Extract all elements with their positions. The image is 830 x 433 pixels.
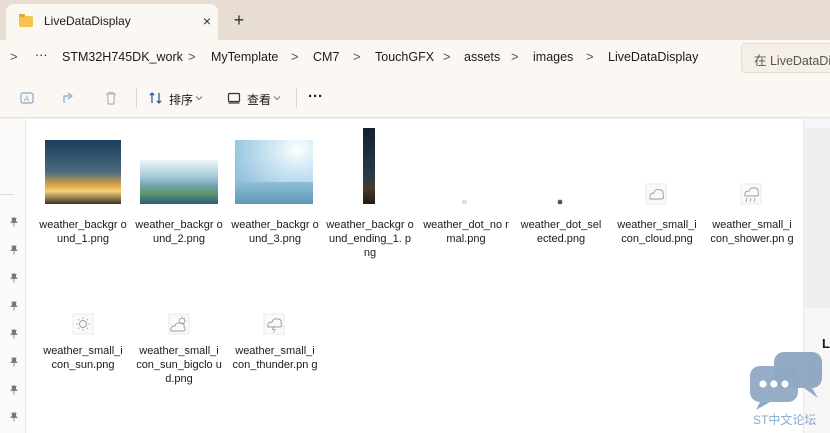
chevron-right-icon[interactable]: >: [188, 49, 196, 64]
rename-icon[interactable]: A: [19, 90, 35, 106]
file-thumbnail: [613, 136, 701, 216]
chevron-down-icon[interactable]: [194, 93, 204, 103]
file-item[interactable]: weather_backgr ound_2.png: [135, 136, 223, 246]
file-thumbnail: [135, 262, 223, 342]
file-name: weather_backgr ound_ending_1. png: [326, 219, 414, 259]
file-thumbnail: [135, 136, 223, 216]
sun-icon: [72, 313, 94, 335]
file-item[interactable]: weather_backgr ound_ending_1. png: [326, 126, 414, 260]
chevron-right-icon[interactable]: >: [586, 49, 594, 64]
tab-live-data-display[interactable]: LiveDataDisplay ×: [6, 4, 218, 40]
chat-bubbles-icon: [750, 352, 822, 410]
file-item[interactable]: weather_backgr ound_3.png: [231, 136, 319, 246]
pin-icon[interactable]: [9, 273, 19, 283]
file-thumbnail: [39, 136, 127, 216]
pin-icon[interactable]: [9, 301, 19, 311]
chevron-right-icon[interactable]: >: [443, 49, 451, 64]
shower-icon: [740, 183, 762, 205]
file-item[interactable]: weather_small_i con_sun.png: [39, 262, 127, 372]
breadcrumb: > ··· STM32H745DK_work > MyTemplate > CM…: [0, 40, 830, 76]
more-breadcrumbs-button[interactable]: ···: [35, 48, 48, 62]
cloud-icon: [645, 183, 667, 205]
breadcrumb-item[interactable]: LiveDataDisplay: [608, 50, 698, 64]
folder-icon: [19, 14, 33, 27]
watermark-text: ST中文论坛: [753, 413, 817, 427]
file-name: weather_dot_sel ected.png: [520, 219, 602, 245]
image-thumbnail-icon: [235, 140, 313, 204]
file-thumbnail: [39, 262, 127, 342]
file-item[interactable]: weather_dot_sel ected.png: [517, 136, 605, 246]
command-bar: A 排序 查看 ···: [0, 76, 830, 118]
file-name: weather_backgr ound_1.png: [39, 219, 127, 245]
file-item[interactable]: weather_small_i con_thunder.pn g: [231, 262, 319, 372]
file-thumbnail: [422, 136, 510, 216]
toolbar-divider: [296, 88, 297, 108]
svg-text:A: A: [24, 95, 30, 104]
chevron-right-icon[interactable]: >: [511, 49, 519, 64]
pin-icon[interactable]: [9, 217, 19, 227]
sort-button[interactable]: 排序: [169, 91, 193, 108]
view-icon[interactable]: [226, 90, 242, 106]
details-pane-label: L: [822, 336, 830, 351]
new-tab-button[interactable]: +: [228, 10, 250, 32]
file-thumbnail: [326, 126, 414, 216]
image-thumbnail-icon: [363, 128, 375, 204]
sun-bigcloud-icon: [168, 313, 190, 335]
file-thumbnail: [708, 136, 796, 216]
breadcrumb-item[interactable]: MyTemplate: [211, 50, 278, 64]
dot-icon: [557, 199, 563, 205]
pin-icon[interactable]: [9, 245, 19, 255]
file-name: weather_small_i con_thunder.pn g: [232, 345, 318, 371]
file-item[interactable]: weather_backgr ound_1.png: [39, 136, 127, 246]
file-item[interactable]: weather_small_i con_sun_bigclo ud.png: [135, 262, 223, 386]
dot-icon: [462, 200, 467, 204]
file-thumbnail: [231, 136, 319, 216]
pin-icon[interactable]: [9, 412, 19, 422]
sort-icon[interactable]: [148, 90, 164, 106]
file-name: weather_small_i con_sun.png: [43, 345, 123, 371]
file-name: weather_backgr ound_3.png: [231, 219, 319, 245]
breadcrumb-item[interactable]: assets: [464, 50, 500, 64]
file-item[interactable]: weather_small_i con_shower.pn g: [708, 136, 796, 246]
file-thumbnail: [231, 262, 319, 342]
tab-strip: LiveDataDisplay × +: [0, 0, 830, 40]
breadcrumb-item[interactable]: STM32H745DK_work: [62, 50, 183, 64]
breadcrumb-item[interactable]: TouchGFX: [375, 50, 434, 64]
file-name: weather_small_i con_cloud.png: [617, 219, 697, 245]
breadcrumb-item[interactable]: CM7: [313, 50, 339, 64]
search-input[interactable]: 在 LiveDataDisplay 中搜索: [741, 43, 830, 73]
chevron-right-icon[interactable]: >: [291, 49, 299, 64]
chevron-right-icon[interactable]: >: [10, 49, 18, 64]
pin-icon[interactable]: [9, 385, 19, 395]
file-list: weather_backgr ound_1.png weather_backgr…: [26, 119, 803, 433]
toolbar-divider: [136, 88, 137, 108]
file-item[interactable]: weather_small_i con_cloud.png: [613, 136, 701, 246]
file-item[interactable]: weather_dot_no rmal.png: [422, 136, 510, 246]
file-thumbnail: [517, 136, 605, 216]
chevron-down-icon[interactable]: [272, 93, 282, 103]
breadcrumb-item[interactable]: images: [533, 50, 573, 64]
tab-title: LiveDataDisplay: [44, 14, 131, 28]
thunder-icon: [263, 313, 285, 335]
file-name: weather_dot_no rmal.png: [423, 219, 509, 245]
nav-divider: [0, 194, 14, 195]
file-name: weather_small_i con_sun_bigclo ud.png: [136, 345, 222, 385]
image-thumbnail-icon: [140, 160, 218, 204]
pin-icon[interactable]: [9, 357, 19, 367]
details-card: [805, 128, 830, 308]
image-thumbnail-icon: [45, 140, 121, 204]
view-button[interactable]: 查看: [247, 91, 271, 108]
delete-icon[interactable]: [103, 90, 119, 106]
navigation-pane: [0, 119, 26, 433]
more-options-button[interactable]: ···: [308, 88, 323, 105]
share-icon[interactable]: [61, 90, 77, 106]
chevron-right-icon[interactable]: >: [353, 49, 361, 64]
pin-icon[interactable]: [9, 329, 19, 339]
close-icon[interactable]: ×: [197, 11, 217, 31]
file-name: weather_small_i con_shower.pn g: [710, 219, 794, 245]
